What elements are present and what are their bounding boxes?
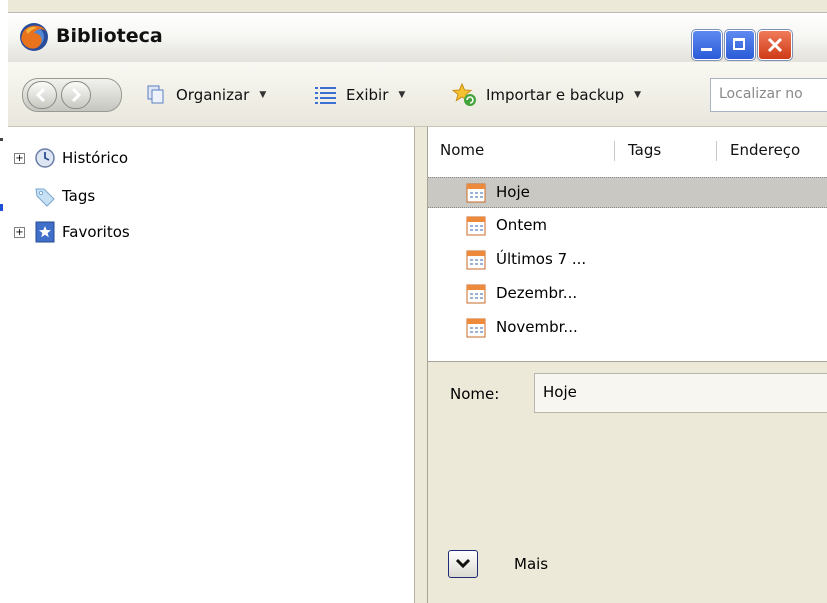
more-toggle-button[interactable] [448, 550, 478, 578]
sidebar-item-history[interactable]: + Histórico [14, 145, 128, 171]
name-field-label: Nome: [450, 385, 500, 403]
calendar-icon [466, 216, 486, 236]
column-divider[interactable] [716, 141, 717, 161]
arrow-right-icon [71, 87, 82, 103]
window-title: Biblioteca [56, 25, 163, 47]
minimize-icon [701, 48, 712, 51]
edge-mark [0, 138, 3, 141]
view-label: Exibir [346, 86, 389, 104]
forward-button[interactable] [61, 81, 91, 109]
sidebar-tree: + Histórico Tags + Favoritos [8, 127, 415, 603]
list-item-name: Últimos 7 ... [496, 250, 587, 268]
calendar-icon [466, 284, 486, 304]
close-icon [767, 37, 783, 53]
column-divider[interactable] [614, 141, 615, 161]
chevron-down-icon [455, 558, 471, 569]
organize-menu-button[interactable]: Organizar ▼ [146, 84, 266, 106]
close-button[interactable] [757, 29, 793, 61]
more-label[interactable]: Mais [514, 555, 548, 573]
list-item-name: Hoje [496, 183, 530, 201]
list-item[interactable]: Últimos 7 ... [428, 245, 827, 276]
dropdown-arrow-icon: ▼ [398, 90, 406, 100]
library-window: Biblioteca Organizar ▼ Exibir ▼ Importar… [8, 0, 827, 603]
sidebar-item-label: Favoritos [62, 223, 130, 241]
list-item-name: Dezembr... [496, 284, 578, 302]
search-input[interactable]: Localizar no [710, 78, 827, 112]
list-item[interactable]: Dezembr... [428, 279, 827, 310]
bookmark-star-icon [35, 221, 55, 243]
organize-label: Organizar [176, 86, 250, 104]
maximize-button[interactable] [724, 29, 756, 61]
column-header: Nome Tags Endereço [428, 127, 827, 173]
list-item[interactable]: Novembr... [428, 313, 827, 344]
view-list-icon [315, 87, 336, 104]
import-backup-menu-button[interactable]: Importar e backup ▼ [452, 83, 642, 106]
maximize-icon [733, 38, 745, 50]
sidebar-item-label: Tags [62, 187, 96, 205]
content-pane: Nome Tags Endereço Hoje Ontem Últimos 7 … [428, 127, 827, 603]
arrow-left-icon [35, 87, 46, 103]
title-bar[interactable]: Biblioteca [8, 12, 827, 63]
calendar-icon [466, 318, 486, 338]
edge-mark [0, 204, 3, 211]
name-field[interactable]: Hoje [534, 373, 827, 413]
tag-icon [35, 188, 55, 207]
dropdown-arrow-icon: ▼ [634, 90, 642, 100]
sidebar-item-label: Histórico [62, 149, 129, 167]
import-backup-label: Importar e backup [486, 86, 625, 104]
list-item-name: Novembr... [496, 318, 578, 336]
organize-icon [147, 85, 164, 104]
back-button[interactable] [27, 81, 57, 109]
pane-splitter[interactable] [415, 127, 428, 603]
column-tags-header[interactable]: Tags [628, 141, 661, 159]
sidebar-item-favorites[interactable]: + Favoritos [14, 219, 130, 245]
expand-icon[interactable]: + [14, 226, 25, 238]
column-address-header[interactable]: Endereço [730, 141, 800, 159]
calendar-icon [466, 183, 486, 203]
navigation-buttons [22, 78, 122, 112]
star-refresh-icon [452, 83, 476, 106]
list-item[interactable]: Hoje [428, 177, 827, 208]
minimize-button[interactable] [691, 29, 723, 61]
toolbar: Organizar ▼ Exibir ▼ Importar e backup ▼… [8, 62, 827, 127]
background-edge [0, 0, 8, 603]
details-panel: Nome: Hoje Mais [428, 363, 827, 603]
list-item[interactable]: Ontem [428, 211, 827, 242]
column-name-header[interactable]: Nome [440, 141, 484, 159]
firefox-icon [20, 23, 48, 51]
sidebar-item-tags[interactable]: Tags [34, 183, 95, 209]
dropdown-arrow-icon: ▼ [259, 90, 267, 100]
list-item-name: Ontem [496, 216, 548, 234]
clock-icon [35, 148, 55, 168]
history-list: Nome Tags Endereço Hoje Ontem Últimos 7 … [428, 127, 827, 362]
calendar-icon [466, 250, 486, 270]
view-menu-button[interactable]: Exibir ▼ [314, 84, 405, 106]
expand-icon[interactable]: + [14, 152, 25, 164]
